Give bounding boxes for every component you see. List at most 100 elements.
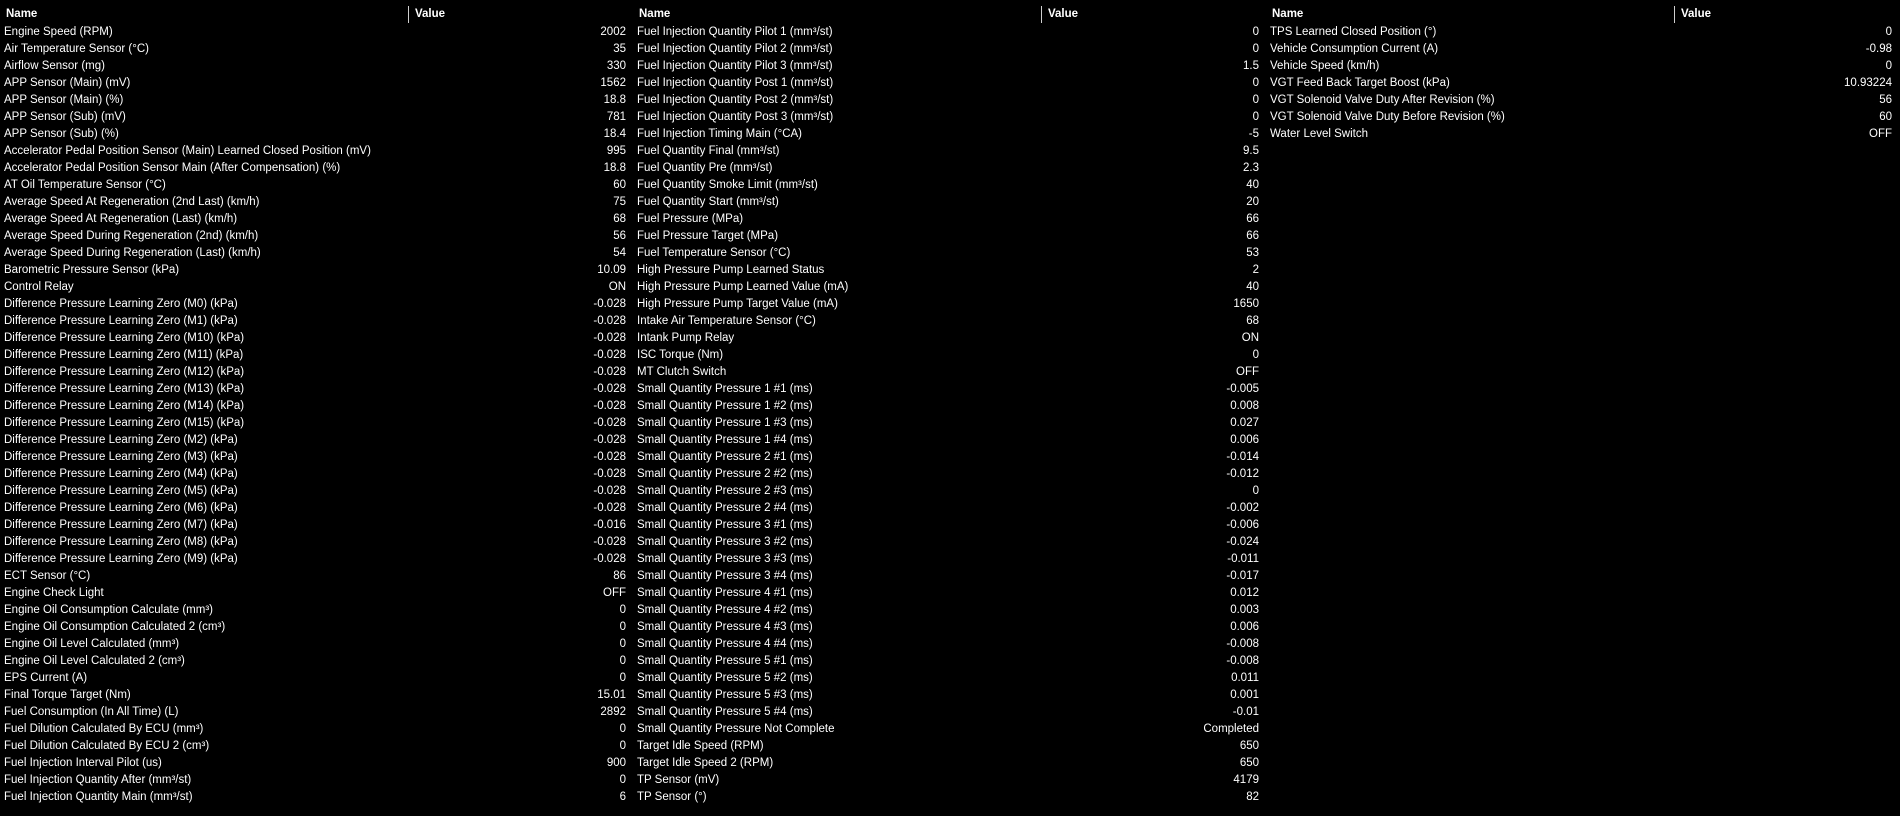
table-row[interactable]: Difference Pressure Learning Zero (M13) … xyxy=(0,381,633,398)
table-row[interactable]: Target Idle Speed (RPM) 650 xyxy=(633,738,1266,755)
table-row[interactable]: Fuel Quantity Pre (mm³/st) 2.3 xyxy=(633,160,1266,177)
table-row[interactable]: TP Sensor (mV) 4179 xyxy=(633,772,1266,789)
table-row[interactable]: Fuel Quantity Smoke Limit (mm³/st) 40 xyxy=(633,177,1266,194)
table-row[interactable]: Accelerator Pedal Position Sensor Main (… xyxy=(0,160,633,177)
table-row[interactable]: VGT Feed Back Target Boost (kPa) 10.93224 xyxy=(1266,75,1899,92)
table-row[interactable]: Small Quantity Pressure 3 #4 (ms) -0.017 xyxy=(633,568,1266,585)
table-row[interactable]: TPS Learned Closed Position (°) 0 xyxy=(1266,24,1899,41)
table-row[interactable]: Difference Pressure Learning Zero (M6) (… xyxy=(0,500,633,517)
table-row[interactable]: Difference Pressure Learning Zero (M1) (… xyxy=(0,313,633,330)
table-row[interactable]: Small Quantity Pressure 1 #4 (ms) 0.006 xyxy=(633,432,1266,449)
table-row[interactable]: APP Sensor (Main) (%) 18.8 xyxy=(0,92,633,109)
table-row[interactable]: Fuel Quantity Start (mm³/st) 20 xyxy=(633,194,1266,211)
table-row[interactable]: Fuel Injection Quantity Pilot 1 (mm³/st)… xyxy=(633,24,1266,41)
table-row[interactable]: Fuel Injection Quantity Pilot 3 (mm³/st)… xyxy=(633,58,1266,75)
table-row[interactable]: Average Speed At Regeneration (Last) (km… xyxy=(0,211,633,228)
table-row[interactable]: Fuel Injection Quantity Post 3 (mm³/st) 0 xyxy=(633,109,1266,126)
table-row[interactable]: Average Speed At Regeneration (2nd Last)… xyxy=(0,194,633,211)
table-row[interactable]: Fuel Injection Quantity Main (mm³/st) 6 xyxy=(0,789,633,806)
table-row[interactable]: Intake Air Temperature Sensor (°C) 68 xyxy=(633,313,1266,330)
table-row[interactable]: Fuel Quantity Final (mm³/st) 9.5 xyxy=(633,143,1266,160)
table-row[interactable]: Intank Pump Relay ON xyxy=(633,330,1266,347)
table-row[interactable]: Small Quantity Pressure 5 #3 (ms) 0.001 xyxy=(633,687,1266,704)
table-row[interactable]: MT Clutch Switch OFF xyxy=(633,364,1266,381)
table-row[interactable]: Difference Pressure Learning Zero (M7) (… xyxy=(0,517,633,534)
table-row[interactable]: Small Quantity Pressure 2 #1 (ms) -0.014 xyxy=(633,449,1266,466)
table-row[interactable]: Small Quantity Pressure 4 #3 (ms) 0.006 xyxy=(633,619,1266,636)
table-row[interactable]: Fuel Injection Quantity Post 1 (mm³/st) 0 xyxy=(633,75,1266,92)
table-row[interactable]: Small Quantity Pressure 5 #4 (ms) -0.01 xyxy=(633,704,1266,721)
table-row[interactable]: Small Quantity Pressure 1 #2 (ms) 0.008 xyxy=(633,398,1266,415)
table-row[interactable]: Difference Pressure Learning Zero (M14) … xyxy=(0,398,633,415)
table-row[interactable]: Engine Oil Consumption Calculated 2 (cm³… xyxy=(0,619,633,636)
table-row[interactable]: Fuel Dilution Calculated By ECU (mm³) 0 xyxy=(0,721,633,738)
table-row[interactable]: Vehicle Speed (km/h) 0 xyxy=(1266,58,1899,75)
table-row[interactable]: Small Quantity Pressure 4 #4 (ms) -0.008 xyxy=(633,636,1266,653)
table-row[interactable]: VGT Solenoid Valve Duty After Revision (… xyxy=(1266,92,1899,109)
table-row[interactable]: Fuel Injection Quantity Post 2 (mm³/st) 0 xyxy=(633,92,1266,109)
column-header-name[interactable]: Name xyxy=(1272,8,1303,20)
table-row[interactable]: Fuel Injection Quantity Pilot 2 (mm³/st)… xyxy=(633,41,1266,58)
table-row[interactable]: Small Quantity Pressure 3 #1 (ms) -0.006 xyxy=(633,517,1266,534)
column-header-value[interactable]: Value xyxy=(1681,8,1711,20)
table-row[interactable]: Small Quantity Pressure Not Complete Comp… xyxy=(633,721,1266,738)
table-row[interactable]: ECT Sensor (°C) 86 xyxy=(0,568,633,585)
table-row[interactable]: Fuel Consumption (In All Time) (L) 2892 xyxy=(0,704,633,721)
table-row[interactable]: Difference Pressure Learning Zero (M12) … xyxy=(0,364,633,381)
table-row[interactable]: High Pressure Pump Learned Value (mA) 40 xyxy=(633,279,1266,296)
table-row[interactable]: Final Torque Target (Nm) 15.01 xyxy=(0,687,633,704)
table-row[interactable]: APP Sensor (Main) (mV) 1562 xyxy=(0,75,633,92)
table-row[interactable]: Engine Oil Level Calculated (mm³) 0 xyxy=(0,636,633,653)
column-header-value[interactable]: Value xyxy=(1048,8,1078,20)
table-row[interactable]: Small Quantity Pressure 2 #4 (ms) -0.002 xyxy=(633,500,1266,517)
table-row[interactable]: Accelerator Pedal Position Sensor (Main)… xyxy=(0,143,633,160)
table-row[interactable]: Average Speed During Regeneration (2nd) … xyxy=(0,228,633,245)
table-row[interactable]: Fuel Pressure Target (MPa) 66 xyxy=(633,228,1266,245)
table-row[interactable]: Target Idle Speed 2 (RPM) 650 xyxy=(633,755,1266,772)
table-row[interactable]: Barometric Pressure Sensor (kPa) 10.09 xyxy=(0,262,633,279)
table-row[interactable]: Small Quantity Pressure 1 #1 (ms) -0.005 xyxy=(633,381,1266,398)
table-row[interactable]: TP Sensor (°) 82 xyxy=(633,789,1266,806)
table-row[interactable]: Fuel Dilution Calculated By ECU 2 (cm³) 0 xyxy=(0,738,633,755)
table-row[interactable]: APP Sensor (Sub) (mV) 781 xyxy=(0,109,633,126)
table-row[interactable]: Difference Pressure Learning Zero (M8) (… xyxy=(0,534,633,551)
table-row[interactable]: Small Quantity Pressure 2 #2 (ms) -0.012 xyxy=(633,466,1266,483)
table-row[interactable]: Difference Pressure Learning Zero (M9) (… xyxy=(0,551,633,568)
table-row[interactable]: Engine Check Light OFF xyxy=(0,585,633,602)
column-resize-handle[interactable] xyxy=(408,6,409,23)
table-row[interactable]: Difference Pressure Learning Zero (M10) … xyxy=(0,330,633,347)
table-row[interactable]: Airflow Sensor (mg) 330 xyxy=(0,58,633,75)
table-row[interactable]: AT Oil Temperature Sensor (°C) 60 xyxy=(0,177,633,194)
table-row[interactable]: Small Quantity Pressure 2 #3 (ms) 0 xyxy=(633,483,1266,500)
table-row[interactable]: Small Quantity Pressure 1 #3 (ms) 0.027 xyxy=(633,415,1266,432)
table-row[interactable]: Fuel Pressure (MPa) 66 xyxy=(633,211,1266,228)
table-row[interactable]: VGT Solenoid Valve Duty Before Revision … xyxy=(1266,109,1899,126)
table-row[interactable]: Small Quantity Pressure 4 #2 (ms) 0.003 xyxy=(633,602,1266,619)
column-header-name[interactable]: Name xyxy=(639,8,670,20)
table-row[interactable]: Difference Pressure Learning Zero (M3) (… xyxy=(0,449,633,466)
table-row[interactable]: Engine Speed (RPM) 2002 xyxy=(0,24,633,41)
table-row[interactable]: Difference Pressure Learning Zero (M15) … xyxy=(0,415,633,432)
table-row[interactable]: Difference Pressure Learning Zero (M11) … xyxy=(0,347,633,364)
column-header-name[interactable]: Name xyxy=(6,8,37,20)
table-row[interactable]: APP Sensor (Sub) (%) 18.4 xyxy=(0,126,633,143)
table-row[interactable]: High Pressure Pump Target Value (mA) 1650 xyxy=(633,296,1266,313)
table-row[interactable]: Small Quantity Pressure 3 #3 (ms) -0.011 xyxy=(633,551,1266,568)
table-row[interactable]: Small Quantity Pressure 4 #1 (ms) 0.012 xyxy=(633,585,1266,602)
table-row[interactable]: Small Quantity Pressure 5 #2 (ms) 0.011 xyxy=(633,670,1266,687)
table-row[interactable]: Water Level Switch OFF xyxy=(1266,126,1899,143)
table-row[interactable]: Vehicle Consumption Current (A) -0.98 xyxy=(1266,41,1899,58)
table-row[interactable]: Fuel Temperature Sensor (°C) 53 xyxy=(633,245,1266,262)
table-row[interactable]: Small Quantity Pressure 3 #2 (ms) -0.024 xyxy=(633,534,1266,551)
table-row[interactable]: Difference Pressure Learning Zero (M5) (… xyxy=(0,483,633,500)
column-header-value[interactable]: Value xyxy=(415,8,445,20)
table-row[interactable]: ISC Torque (Nm) 0 xyxy=(633,347,1266,364)
table-row[interactable]: Fuel Injection Interval Pilot (us) 900 xyxy=(0,755,633,772)
table-row[interactable]: Small Quantity Pressure 5 #1 (ms) -0.008 xyxy=(633,653,1266,670)
column-resize-handle[interactable] xyxy=(1041,6,1042,23)
table-row[interactable]: Engine Oil Consumption Calculate (mm³) 0 xyxy=(0,602,633,619)
table-row[interactable]: Control Relay ON xyxy=(0,279,633,296)
table-row[interactable]: Fuel Injection Quantity After (mm³/st) 0 xyxy=(0,772,633,789)
table-row[interactable]: High Pressure Pump Learned Status 2 xyxy=(633,262,1266,279)
table-row[interactable]: Fuel Injection Timing Main (°CA) -5 xyxy=(633,126,1266,143)
